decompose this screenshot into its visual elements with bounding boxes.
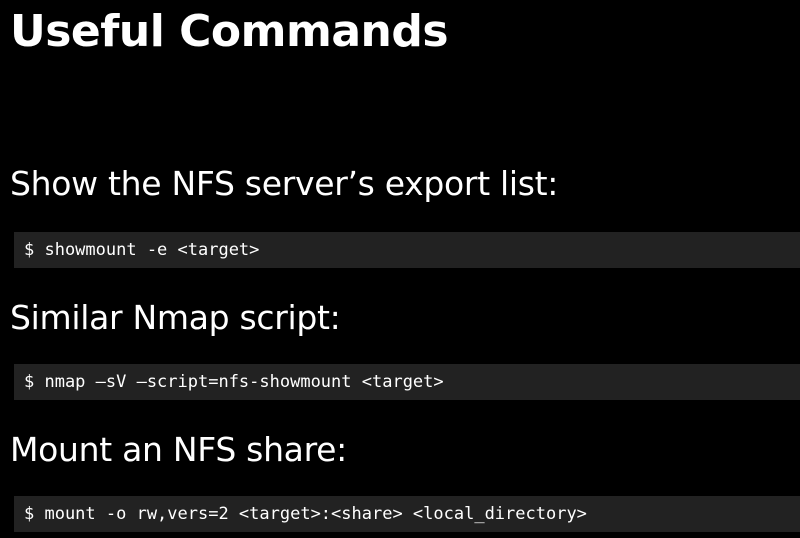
- code-block-nmap: $ nmap –sV –script=nfs-showmount <target…: [14, 364, 800, 400]
- section-heading-nmap-script: Similar Nmap script:: [10, 298, 341, 337]
- code-block-showmount: $ showmount -e <target>: [14, 232, 800, 268]
- code-block-mount: $ mount -o rw,vers=2 <target>:<share> <l…: [14, 496, 800, 532]
- section-heading-mount-share: Mount an NFS share:: [10, 430, 347, 469]
- section-heading-export-list: Show the NFS server’s export list:: [10, 164, 559, 203]
- slide-title: Useful Commands: [10, 6, 449, 57]
